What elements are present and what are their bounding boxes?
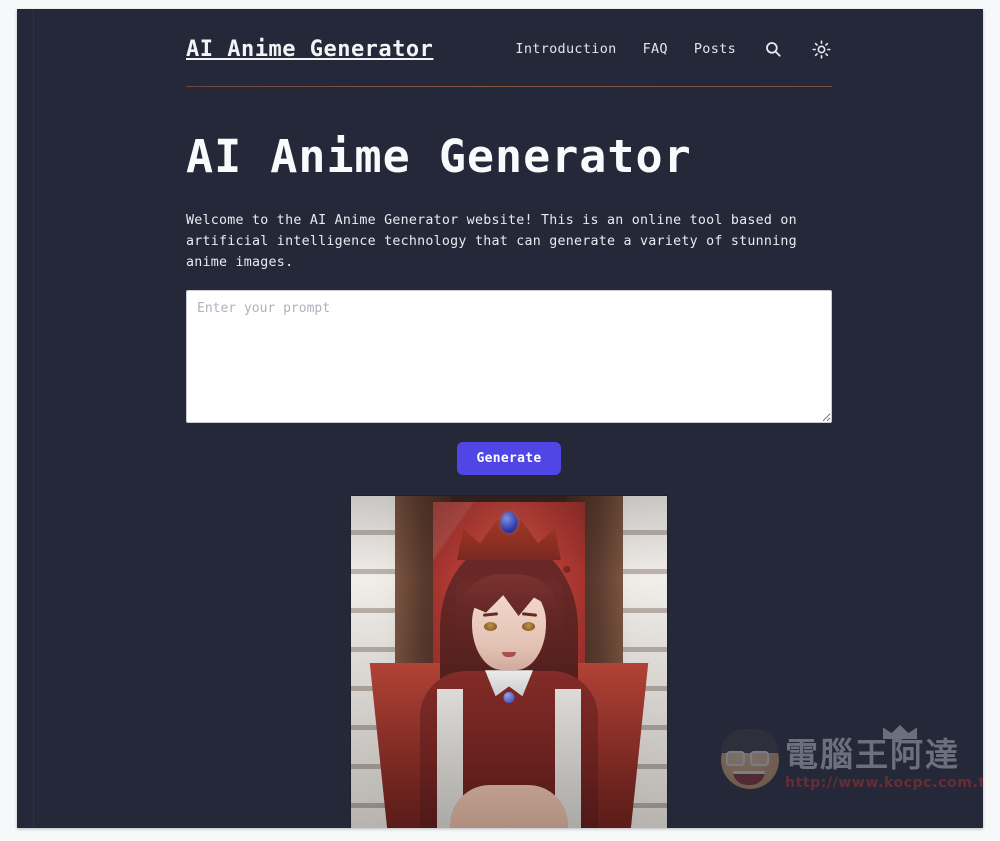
main-nav: Introduction FAQ Posts xyxy=(515,38,832,60)
prompt-field-wrapper xyxy=(186,290,832,424)
header-divider xyxy=(186,86,832,87)
screenshot-frame: AI Anime Generator Introduction FAQ Post… xyxy=(0,0,1000,841)
generated-anime-image[interactable] xyxy=(350,495,668,828)
search-icon[interactable] xyxy=(762,38,784,60)
content-container: AI Anime Generator Introduction FAQ Post… xyxy=(186,9,832,828)
site-header: AI Anime Generator Introduction FAQ Post… xyxy=(186,9,832,85)
nav-item-faq[interactable]: FAQ xyxy=(643,41,668,57)
page-title: AI Anime Generator xyxy=(186,130,692,183)
sun-icon[interactable] xyxy=(810,38,832,60)
action-row: Generate xyxy=(186,442,832,476)
nav-item-posts[interactable]: Posts xyxy=(694,41,736,57)
brand-logo[interactable]: AI Anime Generator xyxy=(186,37,433,62)
page-body: AI Anime Generator Introduction FAQ Post… xyxy=(17,9,983,828)
page-description: Welcome to the AI Anime Generator websit… xyxy=(186,213,797,271)
prompt-input[interactable] xyxy=(186,290,832,424)
crown-icon xyxy=(883,725,917,739)
generate-button[interactable]: Generate xyxy=(457,442,561,476)
result-wrapper xyxy=(186,495,832,828)
anime-illustration xyxy=(351,496,667,828)
page-left-rule xyxy=(33,9,34,828)
nav-item-introduction[interactable]: Introduction xyxy=(515,41,616,57)
